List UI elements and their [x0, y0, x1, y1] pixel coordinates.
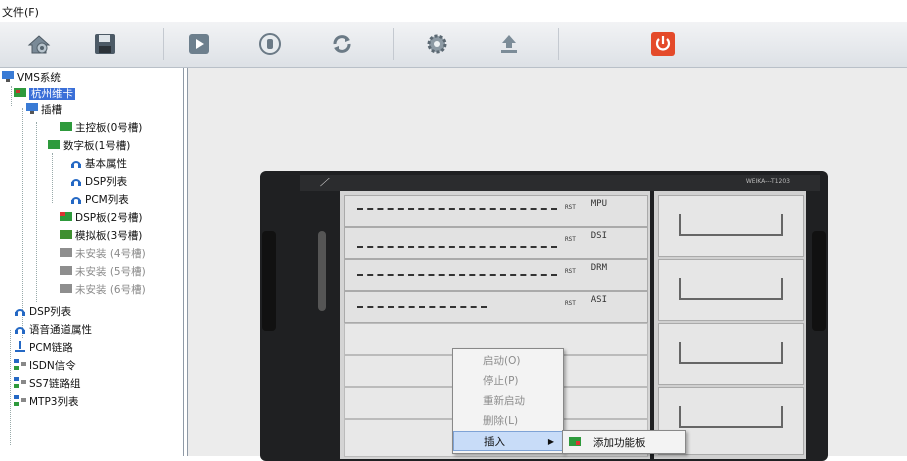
board-icon [569, 436, 581, 450]
tree-node-isdn[interactable]: ISDN信令 [14, 358, 76, 374]
headset-icon [14, 323, 26, 334]
network-icon [14, 359, 26, 370]
tree-node-pcm-link[interactable]: PCM链路 [14, 340, 73, 356]
link-icon [14, 341, 26, 352]
headset-icon [70, 157, 82, 168]
card-mpu[interactable]: MPU RST [344, 195, 648, 227]
headset-icon [70, 193, 82, 204]
board-grey-icon [60, 247, 72, 258]
network-icon [14, 377, 26, 388]
refresh-icon[interactable] [325, 28, 359, 60]
power-module-2[interactable] [658, 259, 804, 321]
tree-node-dsp-board[interactable]: DSP板(2号槽) [60, 210, 142, 226]
board-icon [14, 87, 26, 98]
tree-node-ss7[interactable]: SS7链路组 [14, 376, 81, 392]
tree-node-mtp3[interactable]: MTP3列表 [14, 394, 79, 410]
monitor-icon [2, 71, 14, 82]
device-tree: VMS系统 杭州维卡 插槽 主控板(0号槽) 数字板(1号槽) 基本属性 DSP… [0, 68, 184, 456]
play-icon[interactable] [182, 28, 216, 60]
upload-icon[interactable] [492, 28, 526, 60]
tree-node-main-board[interactable]: 主控板(0号槽) [60, 120, 142, 136]
board-icon [60, 121, 72, 132]
power-module-1[interactable] [658, 195, 804, 257]
headset-icon [14, 305, 26, 316]
headset-icon [70, 175, 82, 186]
tree-node-digital-board[interactable]: 数字板(1号槽) [48, 138, 130, 154]
menu-file[interactable]: 文件(F) [2, 4, 39, 20]
stop-icon[interactable] [253, 28, 287, 60]
tree-node-slot[interactable]: 插槽 [26, 102, 62, 118]
tree-node-uninstalled-5[interactable]: 未安装 (5号槽) [60, 264, 146, 280]
tree-node-uninstalled-4[interactable]: 未安装 (4号槽) [60, 246, 146, 262]
device-model-label: WEIKA---T1203 [745, 178, 790, 185]
menu-item-restart[interactable]: 重新启动 [453, 391, 563, 411]
submenu-arrow-icon: ▶ [547, 437, 554, 446]
card-drm[interactable]: DRM RST [344, 259, 648, 291]
left-handle [262, 231, 276, 331]
tree-node-card[interactable]: 杭州维卡 [14, 86, 75, 102]
network-icon [14, 395, 26, 406]
tree-node-uninstalled-6[interactable]: 未安装 (6号槽) [60, 282, 146, 298]
board-icon [48, 139, 60, 150]
menu-item-delete[interactable]: 删除(L) [453, 411, 563, 431]
tree-node-root[interactable]: VMS系统 [2, 70, 61, 86]
board-icon [60, 229, 72, 240]
home-settings-icon[interactable] [22, 28, 56, 60]
tree-node-voice-channel[interactable]: 语音通道属性 [14, 322, 92, 338]
monitor-icon [26, 103, 38, 114]
menu-item-add-board[interactable]: 添加功能板 [593, 435, 646, 450]
menu-item-insert[interactable]: 插入 ▶ [453, 431, 563, 451]
menu-item-start[interactable]: 启动(O) [453, 351, 563, 371]
board-icon [60, 211, 72, 222]
context-menu: 启动(O) 停止(P) 重新启动 删除(L) 插入 ▶ [452, 348, 564, 454]
power-bay [654, 191, 806, 459]
gear-icon[interactable] [420, 28, 454, 60]
card-dsi[interactable]: DSI RST [344, 227, 648, 259]
inner-handle [318, 231, 326, 311]
menu-bar: 文件(F) [0, 0, 907, 22]
board-grey-icon [60, 265, 72, 276]
tree-node-basic-props[interactable]: 基本属性 [70, 156, 127, 172]
right-handle [812, 231, 826, 331]
board-grey-icon [60, 283, 72, 294]
tree-node-dsp-list[interactable]: DSP列表 [70, 174, 127, 190]
brand-logo-icon: ⟋ [320, 176, 328, 189]
card-asi[interactable]: ASI RST [344, 291, 648, 323]
tree-node-pcm-list[interactable]: PCM列表 [70, 192, 129, 208]
tree-node-dsp-list-2[interactable]: DSP列表 [14, 304, 71, 320]
save-icon[interactable] [88, 28, 122, 60]
toolbar [0, 22, 907, 68]
submenu: 添加功能板 [562, 430, 686, 454]
power-module-3[interactable] [658, 323, 804, 385]
chassis-top-bar: ⟋ WEIKA---T1203 [300, 175, 820, 191]
power-icon[interactable] [646, 28, 680, 60]
tree-node-analog-board[interactable]: 模拟板(3号槽) [60, 228, 142, 244]
menu-item-stop[interactable]: 停止(P) [453, 371, 563, 391]
